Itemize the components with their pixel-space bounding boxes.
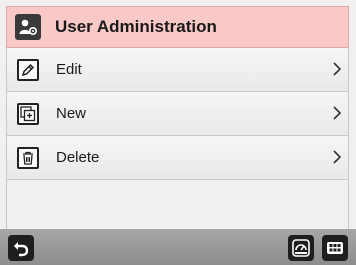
menu-item-new[interactable]: New (7, 92, 348, 136)
menu-item-edit[interactable]: Edit (7, 48, 348, 92)
menu-item-delete[interactable]: Delete (7, 136, 348, 180)
title-bar: User Administration (6, 6, 349, 48)
back-icon[interactable] (8, 235, 34, 261)
dashboard-icon[interactable] (288, 235, 314, 261)
user-admin-icon (15, 14, 41, 40)
edit-icon (17, 58, 39, 81)
chevron-right-icon (332, 149, 342, 170)
menu-list: Edit New Delete (6, 48, 349, 229)
menu-item-label: New (56, 105, 87, 122)
new-icon (17, 102, 39, 125)
menu-item-label: Edit (56, 61, 82, 78)
page-title: User Administration (55, 17, 217, 36)
delete-icon (17, 146, 39, 169)
chevron-right-icon (332, 105, 342, 126)
apps-grid-icon[interactable] (322, 235, 348, 261)
bottom-toolbar (0, 229, 356, 265)
menu-item-label: Delete (56, 149, 100, 166)
chevron-right-icon (332, 61, 342, 82)
